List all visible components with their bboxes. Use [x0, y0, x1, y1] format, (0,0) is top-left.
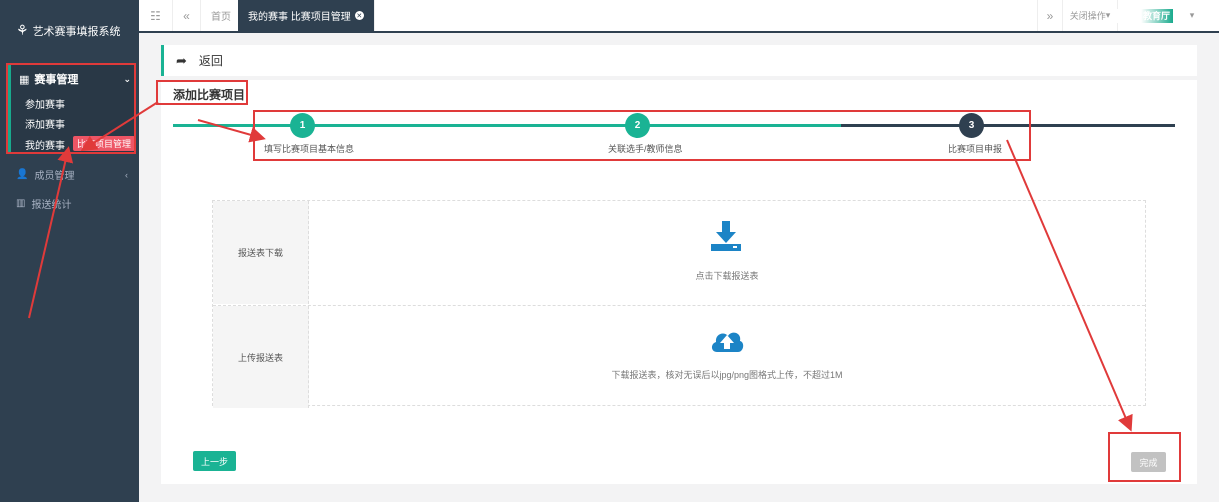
back-bar[interactable]: ➦ 返回: [161, 45, 1197, 76]
progress-line-done: [173, 124, 841, 127]
sidebar-item-label: 成员管理: [34, 171, 75, 182]
sidebar: ⚘ 艺术赛事填报系统 ▦ 赛事管理 ⌄ 参加赛事 添加赛事 我的赛事 比赛项目管…: [0, 0, 139, 502]
report-table: 报送表下载 点击下载报送表 上传报送表 下载报送表，核对无误后以jpg/png图…: [212, 200, 1146, 408]
download-hint[interactable]: 点击下载报送表: [309, 269, 1145, 282]
upload-hint: 下载报送表，核对无误后以jpg/png图格式上传，不超过1M: [611, 370, 843, 380]
close-icon[interactable]: ✕: [354, 11, 364, 20]
step-3-circle[interactable]: 3: [959, 113, 984, 138]
tab-label: 首页: [211, 12, 231, 23]
step-3-label: 比赛项目申报: [948, 144, 1003, 154]
download-area[interactable]: 点击下载报送表: [309, 201, 1145, 304]
user-name[interactable]: 教育厅: [1115, 9, 1173, 23]
upload-row: 上传报送表 下载报送表，核对无误后以jpg/png图格式上传，不超过1M: [213, 305, 1145, 408]
bar-chart-icon: ▥: [16, 198, 26, 209]
prev-step-button[interactable]: 上一步: [193, 451, 236, 471]
chevron-down-icon[interactable]: ▾: [1179, 0, 1205, 31]
sidebar-item-my-match[interactable]: 我的赛事: [25, 137, 65, 152]
tab-home[interactable]: 首页: [201, 0, 242, 31]
wheat-logo-icon: ⚘: [16, 22, 29, 38]
tab-my-match[interactable]: 我的赛事 比赛项目管理 ✕: [238, 0, 375, 31]
step-1-circle[interactable]: 1: [290, 113, 315, 138]
sidebar-item-match-manage[interactable]: ▦ 赛事管理 ⌄: [19, 71, 131, 87]
cloud-upload-icon[interactable]: [709, 326, 745, 354]
sidebar-tooltip-badge: 比赛项目管理: [73, 136, 136, 151]
back-label: 返回: [198, 54, 223, 68]
close-ops-label: 关闭操作: [1069, 11, 1106, 21]
sidebar-item-label: 赛事管理: [34, 74, 79, 86]
grid-icon: ▦: [19, 73, 30, 86]
step-2-circle[interactable]: 2: [625, 113, 650, 138]
menu-toggle-icon[interactable]: ☷: [139, 0, 173, 31]
sidebar-item-members[interactable]: 👤 成员管理 ‹: [16, 167, 128, 182]
chevron-down-icon: ⌄: [123, 73, 131, 84]
share-arrow-icon: ➦: [176, 52, 187, 68]
sidebar-item-label: 报送统计: [31, 200, 72, 211]
finish-button[interactable]: 完成: [1131, 452, 1166, 472]
download-row: 报送表下载 点击下载报送表: [213, 201, 1145, 304]
user-icon: 👤: [16, 169, 29, 180]
chevron-left-icon: ‹: [125, 169, 128, 180]
step-1-label: 填写比赛项目基本信息: [264, 144, 355, 154]
tab-bar: ☷ « 首页 我的赛事 比赛项目管理 ✕ » 关闭操作 ▾ 教育厅 ▾: [139, 0, 1219, 33]
step-2-label: 关联选手/教师信息: [608, 144, 683, 154]
tab-label: 我的赛事 比赛项目管理: [248, 12, 351, 23]
close-ops-dropdown[interactable]: 关闭操作 ▾: [1063, 0, 1118, 31]
upload-area[interactable]: 下载报送表，核对无误后以jpg/png图格式上传，不超过1M: [309, 306, 1145, 408]
sidebar-item-join-match[interactable]: 参加赛事: [25, 96, 65, 111]
download-row-label: 报送表下载: [213, 201, 309, 304]
download-icon[interactable]: [709, 219, 743, 253]
sidebar-item-stats[interactable]: ▥ 报送统计: [16, 196, 128, 211]
progress-line-current: [841, 124, 1175, 127]
scroll-left-icon[interactable]: «: [173, 0, 201, 31]
sidebar-item-add-match[interactable]: 添加赛事: [25, 116, 65, 131]
main-panel: 添加比赛项目 1 填写比赛项目基本信息 2 关联选手/教师信息 3 比赛项目申报…: [161, 80, 1197, 484]
brand: ⚘ 艺术赛事填报系统: [16, 22, 121, 39]
brand-title: 艺术赛事填报系统: [32, 25, 121, 38]
page-title: 添加比赛项目: [173, 88, 246, 102]
scroll-right-icon[interactable]: »: [1037, 0, 1063, 31]
upload-row-label: 上传报送表: [213, 306, 309, 408]
